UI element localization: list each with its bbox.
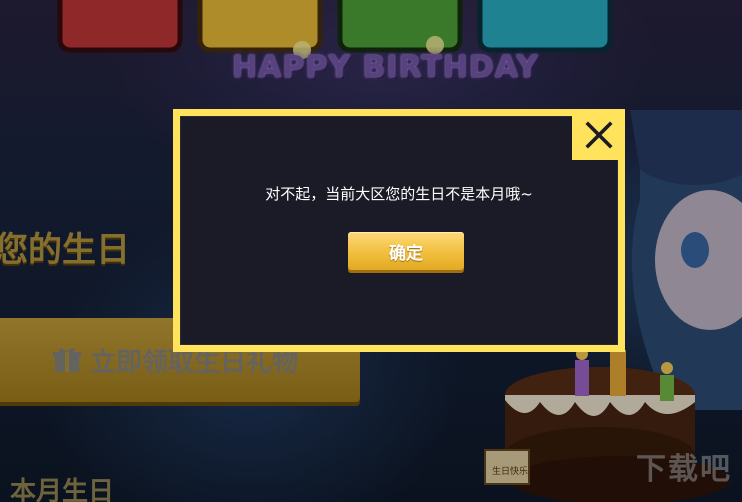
dialog-body: 对不起，当前大区您的生日不是本月哦~ 确定 xyxy=(180,116,618,345)
alert-dialog: 对不起，当前大区您的生日不是本月哦~ 确定 xyxy=(173,109,625,352)
dialog-message: 对不起，当前大区您的生日不是本月哦~ xyxy=(265,185,533,203)
confirm-button[interactable]: 确定 xyxy=(348,232,464,270)
close-button[interactable] xyxy=(572,109,625,160)
close-x-icon xyxy=(584,120,613,149)
